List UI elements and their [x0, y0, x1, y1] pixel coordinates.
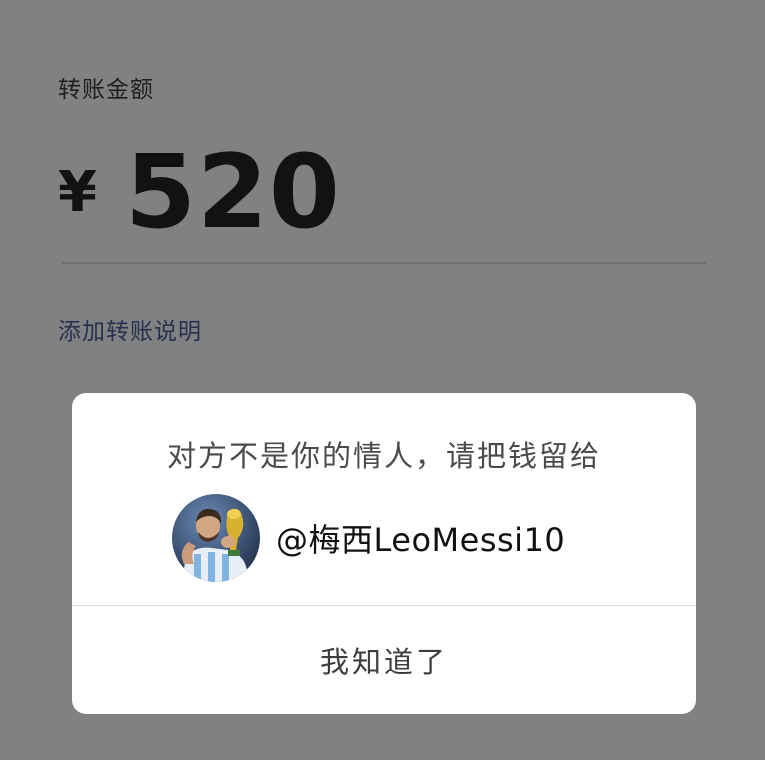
transfer-page: 转账金额 ¥ 520 添加转账说明 对方不是你的情人，请把钱留给 @梅西LeoM… [0, 0, 765, 760]
alert-dialog: 对方不是你的情人，请把钱留给 @梅西LeoMessi10 我知道了 [72, 393, 696, 714]
add-transfer-note-link[interactable]: 添加转账说明 [58, 312, 202, 346]
dialog-message: 对方不是你的情人，请把钱留给 [166, 439, 601, 473]
recipient-row: @梅西LeoMessi10 [172, 494, 565, 582]
amount-divider [62, 262, 706, 264]
recipient-name: @梅西LeoMessi10 [276, 521, 566, 559]
amount-label: 转账金额 [58, 77, 154, 103]
amount-display[interactable]: ¥ 520 [58, 138, 341, 248]
avatar-image [172, 494, 260, 582]
confirm-button[interactable]: 我知道了 [72, 606, 696, 714]
amount-value: 520 [124, 133, 341, 252]
currency-symbol: ¥ [58, 160, 97, 225]
avatar [172, 494, 260, 582]
